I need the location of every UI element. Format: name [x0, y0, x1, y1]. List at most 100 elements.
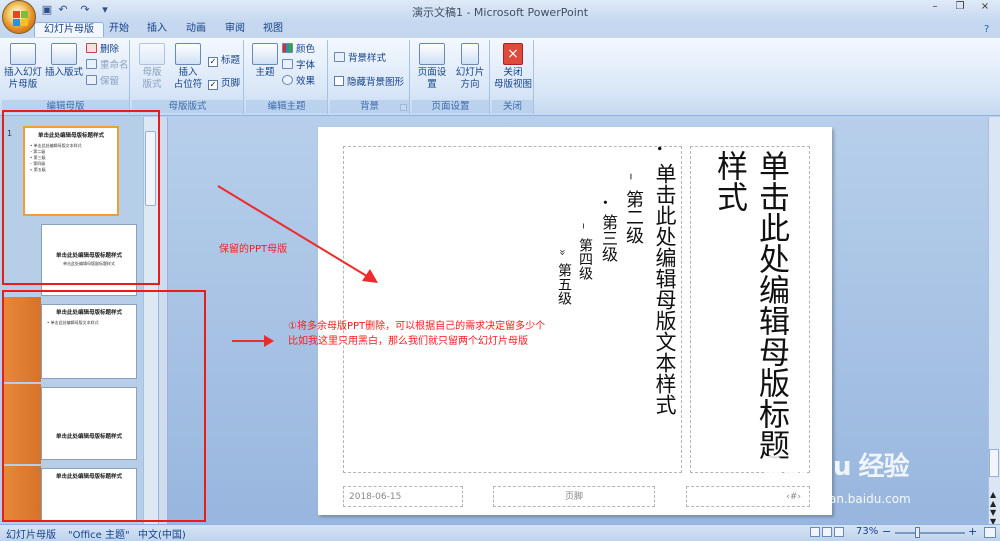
background-styles-button[interactable]: 背景样式 — [334, 52, 386, 66]
footer-placeholder[interactable]: 页脚 — [493, 486, 655, 507]
fonts-label: 字体 — [296, 60, 316, 71]
office-logo-icon — [13, 11, 20, 18]
themes-icon — [252, 43, 278, 65]
zoom-level[interactable]: 73% — [856, 526, 878, 537]
close-master-view-icon: × — [503, 43, 523, 65]
background-styles-label: 背景样式 — [348, 53, 387, 64]
delete-button[interactable]: 删除 — [86, 43, 119, 57]
body-level4: 第四级 — [577, 238, 593, 280]
slide-orientation-icon — [461, 43, 479, 65]
status-language[interactable]: 中文(中国) — [138, 526, 186, 541]
title-checkbox[interactable]: ✓ 标题 — [208, 54, 240, 68]
baidu-watermark-url: jingyan.baidu.com — [800, 492, 911, 506]
hide-background-label: 隐藏背景图形 — [347, 77, 405, 88]
body-level5: 第五级 — [556, 263, 572, 305]
insert-placeholder-icon — [175, 43, 201, 65]
status-theme[interactable]: "Office 主题" — [68, 526, 130, 541]
date-placeholder[interactable]: 2018-06-15 — [343, 486, 463, 507]
footer-checkbox[interactable]: ✓ 页脚 — [208, 77, 240, 91]
close-button[interactable]: × — [972, 0, 998, 16]
hide-background-checkbox[interactable]: 隐藏背景图形 — [334, 76, 404, 90]
master-layout-label: 母版 版式 — [142, 67, 162, 90]
bullet-level2: – — [623, 173, 639, 180]
slide-orientation-button[interactable]: 幻灯片 方向 — [452, 43, 488, 91]
group-edit-theme: 主题 颜色 字体 效果 编辑主题 — [246, 40, 328, 114]
rename-icon — [86, 59, 97, 69]
bullet-level3: • — [598, 199, 611, 206]
annotation-delete-box — [2, 290, 206, 522]
colors-label: 颜色 — [296, 44, 316, 55]
annotation-keep-box — [2, 110, 160, 285]
page-setup-icon — [419, 43, 445, 65]
insert-layout-button[interactable]: 插入版式 — [44, 43, 84, 79]
hide-background-check-icon — [334, 76, 344, 86]
group-label-page-setup: 页面设置 — [412, 100, 489, 113]
preserve-button[interactable]: 保留 — [86, 75, 119, 89]
slide-orientation-label: 幻灯片 方向 — [455, 67, 485, 90]
delete-label: 删除 — [100, 44, 120, 55]
effects-label: 效果 — [296, 76, 316, 87]
close-master-view-label: 关闭 母版视图 — [494, 67, 533, 90]
fit-to-window-icon[interactable] — [984, 527, 996, 538]
slideshow-icon[interactable] — [834, 527, 844, 537]
annotation-note: ①将多余母版PPT删除，可以根据自己的需求决定留多少个 比如我这里只用黑白，那么… — [288, 321, 546, 347]
close-master-view-button[interactable]: × 关闭 母版视图 — [494, 43, 532, 91]
fonts-button[interactable]: 字体 — [282, 59, 315, 73]
window-title: 演示文稿1 - Microsoft PowerPoint — [411, 6, 589, 19]
status-view-name: 幻灯片母版 — [6, 530, 56, 541]
tab-view[interactable]: 视图 — [254, 22, 292, 37]
tab-home[interactable]: 开始 — [100, 22, 138, 37]
zoom-slider-track[interactable] — [895, 532, 965, 534]
insert-slide-master-label: 插入幻灯 片母版 — [4, 67, 43, 90]
master-layout-icon — [139, 43, 165, 65]
group-label-edit-theme: 编辑主题 — [246, 100, 327, 113]
delete-icon — [86, 43, 97, 53]
tab-slide-master[interactable]: 幻灯片母版 — [34, 22, 104, 37]
slide-sorter-icon[interactable] — [822, 527, 832, 537]
scroll-page-buttons[interactable]: ▲ ▲ ▼ ▼ — [990, 490, 996, 526]
group-master-layout: 母版 版式 插入 占位符 ✓ 标题 ✓ 页脚 母版版式 — [132, 40, 244, 114]
footer-check-icon: ✓ — [208, 80, 218, 90]
tab-animation[interactable]: 动画 — [177, 22, 215, 37]
effects-button[interactable]: 效果 — [282, 75, 315, 89]
office-button[interactable] — [2, 0, 36, 34]
help-icon[interactable]: ? — [984, 24, 989, 35]
annotation-arrow-delete — [232, 335, 274, 347]
rename-label: 重命名 — [100, 60, 129, 71]
rename-button[interactable]: 重命名 — [86, 59, 129, 73]
insert-slide-master-icon — [10, 43, 36, 65]
themes-button[interactable]: 主题 — [250, 43, 280, 79]
zoom-in-button[interactable]: + — [968, 525, 977, 538]
group-label-close: 关闭 — [492, 100, 533, 113]
bullet-level1: • — [652, 145, 666, 153]
minimize-button[interactable]: – — [922, 0, 948, 16]
background-styles-icon — [334, 52, 345, 62]
colors-button[interactable]: 颜色 — [282, 43, 315, 57]
annotation-keep-label: 保留的PPT母版 — [219, 244, 288, 255]
slide-title: 单击此处编辑母版标题样式 — [711, 150, 789, 460]
zoom-slider-thumb[interactable] — [915, 527, 920, 538]
page-setup-button[interactable]: 页面设置 — [414, 43, 450, 91]
group-label-background: 背景 — [330, 100, 409, 113]
insert-slide-master-button[interactable]: 插入幻灯 片母版 — [4, 43, 42, 91]
normal-view-icon[interactable] — [810, 527, 820, 537]
group-edit-master: 插入幻灯 片母版 插入版式 删除 重命名 保留 编辑母版 — [2, 40, 130, 114]
tab-insert[interactable]: 插入 — [138, 22, 176, 37]
page-number-placeholder[interactable]: ‹#› — [686, 486, 810, 507]
zoom-out-button[interactable]: − — [882, 525, 891, 538]
insert-layout-label: 插入版式 — [44, 67, 83, 78]
master-layout-button[interactable]: 母版 版式 — [136, 43, 168, 91]
group-page-setup: 页面设置 幻灯片 方向 页面设置 — [412, 40, 490, 114]
tab-review[interactable]: 审阅 — [216, 22, 254, 37]
preserve-label: 保留 — [100, 76, 120, 87]
group-close: × 关闭 母版视图 关闭 — [492, 40, 534, 114]
group-background: 背景样式 隐藏背景图形 背景 — [330, 40, 410, 114]
insert-layout-icon — [51, 43, 77, 65]
insert-placeholder-button[interactable]: 插入 占位符 — [170, 43, 206, 91]
title-checkbox-label: 标题 — [221, 55, 241, 66]
main-scroll-thumb[interactable] — [989, 449, 999, 477]
fonts-icon — [282, 59, 293, 69]
view-buttons[interactable] — [810, 527, 850, 539]
title-check-icon: ✓ — [208, 57, 218, 67]
restore-button[interactable]: ❐ — [947, 0, 973, 16]
